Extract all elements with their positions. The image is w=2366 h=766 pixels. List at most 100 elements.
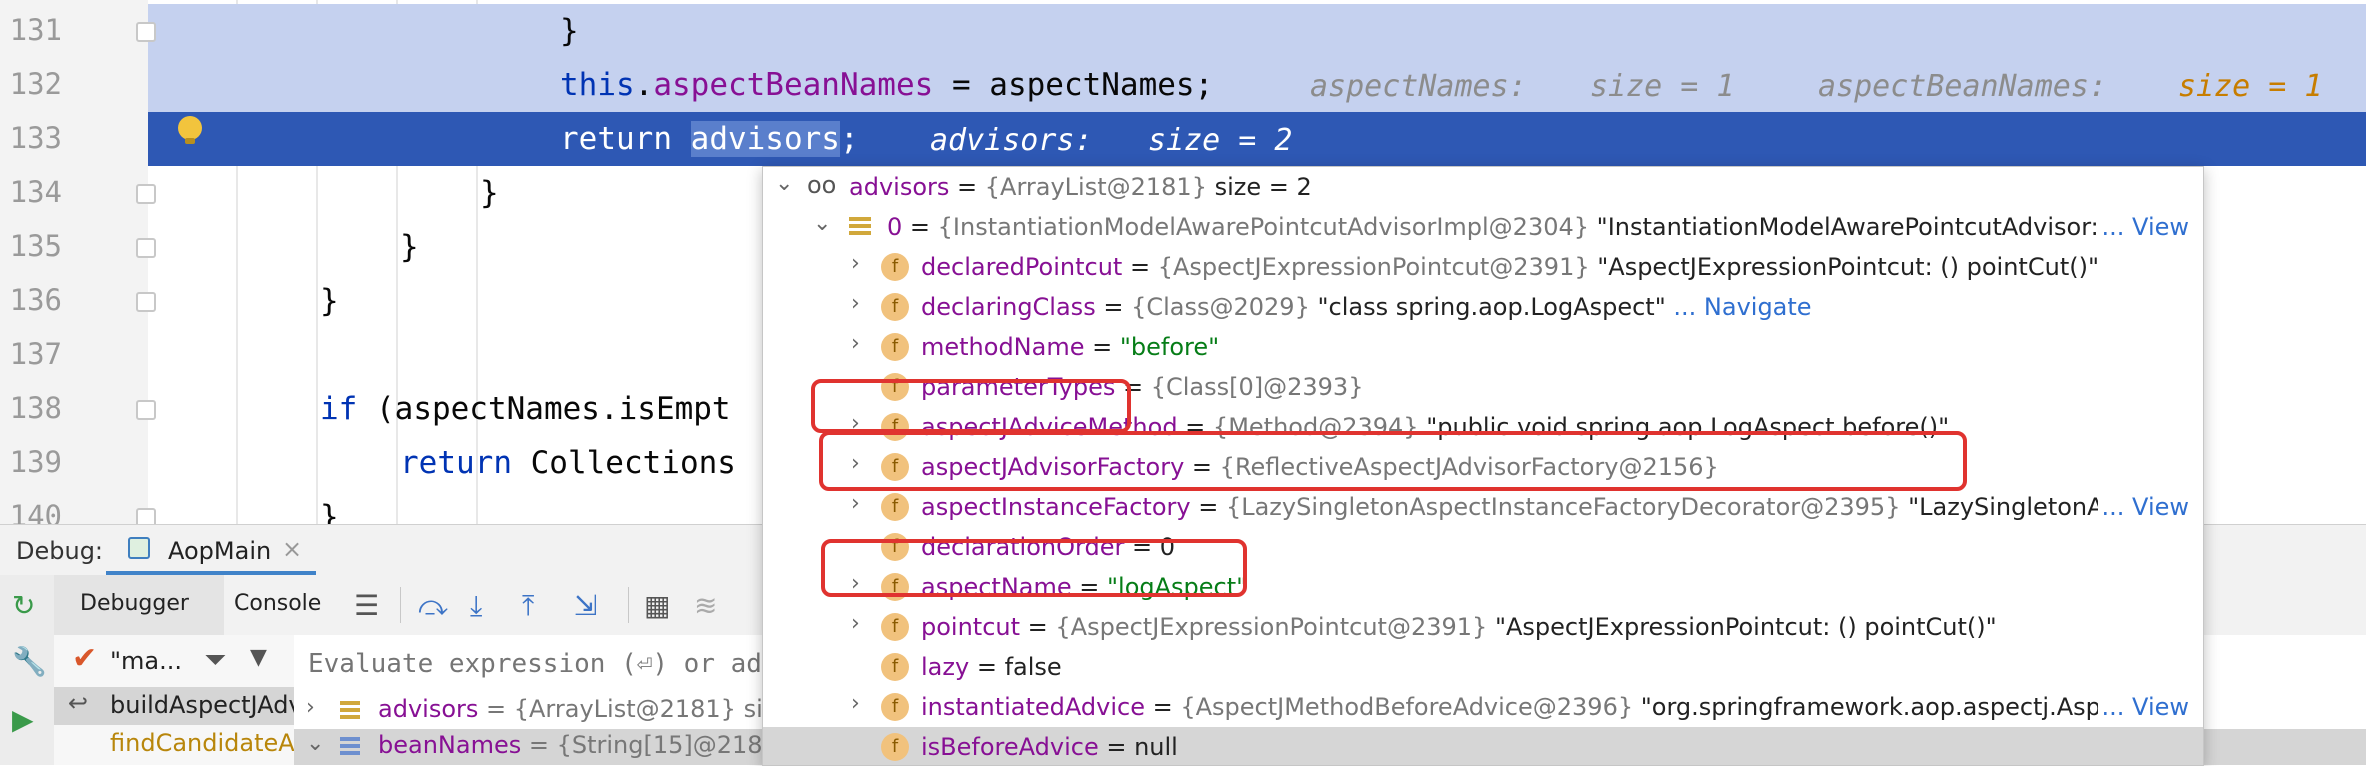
code-line-132[interactable]: 132 this.aspectBeanNames = aspectNames; …	[0, 58, 2366, 112]
var-extra: size = 2	[1206, 173, 1312, 201]
return-arrow-icon: ↩	[68, 689, 89, 717]
expand-arrow-icon[interactable]: ›	[851, 331, 860, 356]
view-link[interactable]: ... View	[2097, 493, 2189, 521]
field-icon: f	[881, 653, 909, 681]
step-over-icon[interactable]: ⤼	[418, 589, 448, 623]
expanded-arrow-icon[interactable]: ⌄	[813, 211, 831, 236]
var-type: {ArrayList@2181}	[984, 173, 1207, 201]
tree-row-field-aspectInstanceFactory[interactable]: › f aspectInstanceFactory = {LazySingleton…	[763, 487, 2203, 527]
navigate-link[interactable]: ... Navigate	[1666, 293, 1811, 321]
code-text: }	[400, 229, 419, 265]
keyword: this	[560, 67, 635, 103]
code-text: }	[480, 175, 499, 211]
variable-text: advisors = {ArrayList@2181} siz	[378, 695, 775, 723]
code-text: }	[320, 499, 339, 524]
fold-marker-icon[interactable]	[136, 22, 156, 42]
keyword: if	[320, 391, 358, 427]
evaluate-expression-icon[interactable]: ▦	[644, 589, 670, 622]
tree-row-field-isBeforeAdvice[interactable]: f isBeforeAdvice = null	[763, 727, 2203, 765]
fold-marker-icon[interactable]	[136, 508, 156, 524]
rerun-icon[interactable]: ↻	[12, 589, 35, 622]
code-rest: Collections	[511, 445, 736, 481]
wrench-icon[interactable]: 🔧	[12, 645, 47, 678]
expanded-arrow-icon[interactable]: ⌄	[775, 171, 793, 196]
field-icon: f	[881, 613, 909, 641]
plain-value: null	[1134, 733, 1178, 761]
array-icon	[340, 737, 360, 755]
var-value: "InstantiationModelAwarePointcutAdvisor:…	[1589, 213, 2116, 241]
keyword: return	[400, 445, 512, 481]
tab-debugger[interactable]: Debugger	[80, 591, 189, 616]
resume-icon[interactable]: ▶	[12, 703, 34, 736]
fold-marker-icon[interactable]	[136, 238, 156, 258]
expand-arrow-icon[interactable]: ›	[851, 291, 860, 316]
var-name: advisors	[849, 173, 950, 201]
field-name: aspectBeanNames	[653, 67, 934, 103]
view-link[interactable]: ... View	[2097, 213, 2189, 241]
selected-word[interactable]: advisors	[690, 121, 840, 157]
frame-item[interactable]: ↩ buildAspectJAdv	[54, 687, 294, 725]
expand-arrow-icon[interactable]: ›	[851, 691, 860, 716]
chevron-down-icon[interactable]: ▼	[250, 645, 267, 670]
run-config-tab[interactable]: AopMain ×	[106, 525, 316, 575]
line-number: 137	[9, 337, 62, 371]
frame-item[interactable]: findCandidateA	[54, 725, 294, 763]
tree-row-text: declaredPointcut = {AspectJExpressionPoi…	[921, 253, 2099, 281]
list-icon	[849, 217, 871, 237]
step-out-icon[interactable]: ⤒	[522, 589, 534, 623]
debug-side-toolbar: ↻ 🔧 ▶	[0, 575, 55, 765]
expand-arrow-icon[interactable]: ›	[306, 695, 315, 720]
tree-row-field-lazy[interactable]: f lazy = false	[763, 647, 2203, 687]
var-type: {InstantiationModelAwarePointcutAdvisorI…	[937, 213, 1590, 241]
fold-marker-icon[interactable]	[136, 400, 156, 420]
field-type: {AspectJExpressionPointcut@2391}	[1055, 613, 1488, 641]
code-rest: (aspectNames.isEmpt	[357, 391, 731, 427]
close-icon[interactable]: ×	[282, 535, 302, 563]
watch-glasses-icon: oo	[807, 171, 837, 199]
tree-row-text: advisors = {ArrayList@2181} size = 2	[849, 173, 1312, 201]
highlight-box-aspectJAdviceMethod	[819, 431, 1967, 491]
toolbar-separator	[400, 587, 401, 623]
field-name: methodName	[921, 333, 1085, 361]
plain-value: false	[1004, 653, 1062, 681]
lightbulb-icon[interactable]	[178, 116, 202, 144]
tree-row-item-0[interactable]: ⌄ 0 = {InstantiationModelAwarePointcutAd…	[763, 207, 2203, 247]
run-to-cursor-icon[interactable]: ⇲	[574, 589, 597, 622]
tree-row-text: instantiatedAdvice = {AspectJMethodBefor…	[921, 693, 2101, 721]
expand-arrow-icon[interactable]: ›	[851, 611, 860, 636]
tree-row-field-declaredPointcut[interactable]: › f declaredPointcut = {AspectJExpressionP…	[763, 247, 2203, 287]
expand-arrow-icon[interactable]: ›	[851, 491, 860, 516]
variable-inspector-popup[interactable]: ⌄ oo advisors = {ArrayList@2181} size = …	[762, 166, 2204, 766]
code-text: return advisors;	[560, 121, 859, 157]
check-icon: ✔	[72, 641, 98, 676]
filter-icon[interactable]: ⏷	[204, 643, 226, 677]
thread-selector[interactable]: ✔ "ma... ⏷ ▼	[54, 635, 294, 685]
tree-row-field-declaringClass[interactable]: › f declaringClass = {Class@2029} "class s…	[763, 287, 2203, 327]
code-rest: = aspectNames;	[933, 67, 1214, 103]
field-icon: f	[881, 333, 909, 361]
field-value: "org.springframework.aop.aspectj.Asp	[1633, 693, 2101, 721]
variable-value: = {String[15]@2188}	[521, 731, 794, 759]
code-line-131[interactable]: 131 }	[0, 4, 2366, 58]
expand-arrow-icon[interactable]: ›	[851, 251, 860, 276]
equals: =	[1020, 613, 1056, 641]
tree-row-root[interactable]: ⌄ oo advisors = {ArrayList@2181} size = …	[763, 167, 2203, 207]
tab-console[interactable]: Console	[234, 591, 321, 616]
line-number: 134	[9, 175, 62, 209]
expanded-arrow-icon[interactable]: ⌄	[306, 731, 324, 756]
trace-icon[interactable]: ≋	[694, 589, 717, 622]
menu-lines-icon[interactable]: ☰	[354, 589, 379, 622]
view-link[interactable]: ... View	[2097, 693, 2189, 721]
frame-label: buildAspectJAdv	[110, 691, 295, 719]
field-type: {Class@2029}	[1131, 293, 1310, 321]
equals: =	[1098, 733, 1135, 761]
fold-marker-icon[interactable]	[136, 292, 156, 312]
code-line-133-current[interactable]: 133 return advisors; advisors: size = 2	[0, 112, 2366, 166]
step-into-icon[interactable]: ⤓	[470, 589, 482, 623]
equals: =	[969, 653, 1005, 681]
equals: =	[1144, 693, 1181, 721]
tree-row-field-methodName[interactable]: › f methodName = "before"	[763, 327, 2203, 367]
tree-row-field-pointcut[interactable]: › f pointcut = {AspectJExpressionPointcut@…	[763, 607, 2203, 647]
fold-marker-icon[interactable]	[136, 184, 156, 204]
tree-row-field-instantiatedAdvice[interactable]: › f instantiatedAdvice = {AspectJMethodBef…	[763, 687, 2203, 727]
